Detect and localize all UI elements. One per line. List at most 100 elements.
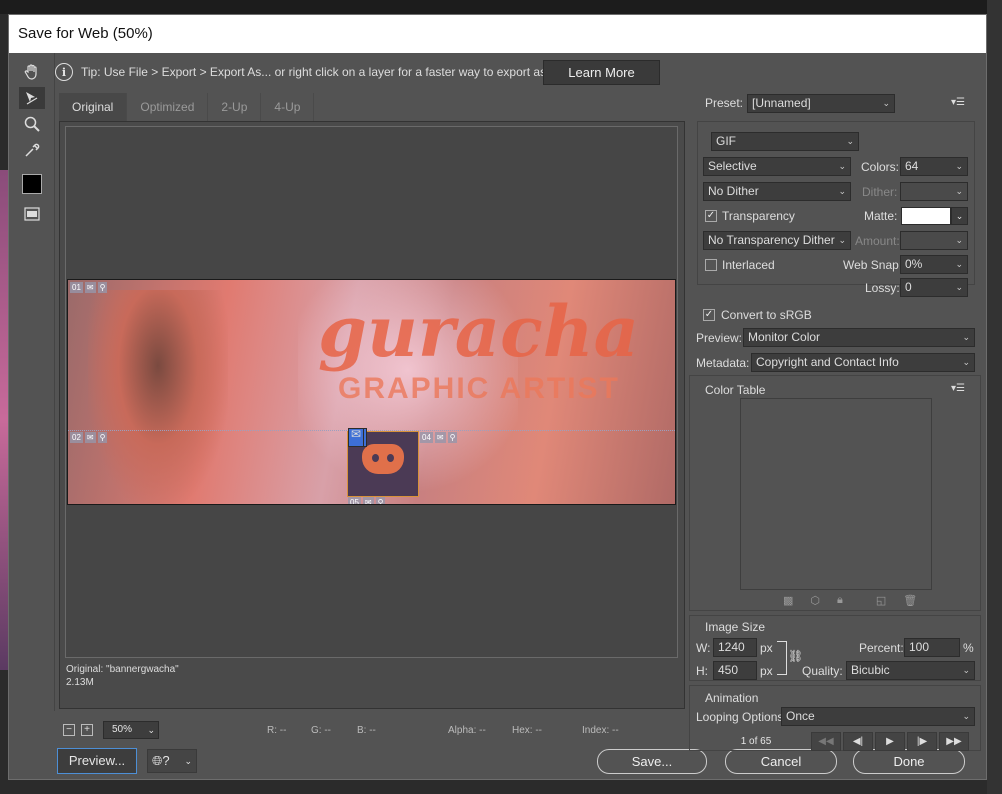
chevron-down-icon: ⌄ xyxy=(962,665,970,675)
quality-label: Quality: xyxy=(802,664,843,678)
slice-number: 05 xyxy=(348,497,361,504)
preset-menu-icon[interactable]: ▾☰ xyxy=(951,97,965,108)
web-shift-icon[interactable]: ⬡ xyxy=(810,594,820,607)
banner-subtitle-text: GRAPHIC ARTIST xyxy=(338,372,620,405)
browser-select[interactable]: 🌐︎? ⌄ xyxy=(147,749,197,773)
tab-4-up[interactable]: 4-Up xyxy=(261,93,315,121)
looping-label: Looping Options: xyxy=(696,710,787,724)
slice-tag-01[interactable]: 01 ✉ ⚲ xyxy=(70,282,108,293)
settings-panel: Preset: [Unnamed] ⌄ ▾☰ GIF ⌄ Selective ⌄ Co… xyxy=(689,91,984,751)
image-canvas[interactable]: guracha GRAPHIC ARTIST 01✉⚲ 02✉⚲ 03✉ 04✉… xyxy=(65,126,678,658)
metadata-select[interactable]: Copyright and Contact Info ⌄ xyxy=(751,353,975,372)
chevron-down-icon: ⌄ xyxy=(955,161,963,171)
save-button[interactable]: Save... xyxy=(597,749,707,774)
amount-label: Amount: xyxy=(855,234,900,248)
quality-select[interactable]: Bicubic ⌄ xyxy=(846,661,975,680)
percent-input[interactable]: 100 xyxy=(904,638,960,657)
color-reduction-value: Selective xyxy=(708,159,757,173)
tab-2-up[interactable]: 2-Up xyxy=(208,93,262,121)
color-table-menu-icon[interactable]: ▾☰ xyxy=(951,383,965,394)
format-select[interactable]: GIF ⌄ xyxy=(711,132,859,151)
transparency-checkbox[interactable]: ✓ xyxy=(705,210,717,222)
percent-label: Percent: xyxy=(859,641,904,655)
cancel-button[interactable]: Cancel xyxy=(725,749,837,774)
done-button[interactable]: Done xyxy=(853,749,965,774)
lock-icon[interactable]: 🔒︎ xyxy=(837,594,843,607)
tab-original[interactable]: Original xyxy=(59,93,128,121)
interlaced-checkbox[interactable] xyxy=(705,259,717,271)
zoom-tool-icon[interactable] xyxy=(19,113,45,135)
readout-alpha: Alpha: -- xyxy=(448,724,486,736)
tab-optimized[interactable]: Optimized xyxy=(127,93,209,121)
transparency-dither-select[interactable]: No Transparency Dither ⌄ xyxy=(703,231,851,250)
browser-globe-icon: 🌐︎? xyxy=(152,753,170,768)
hand-tool-icon[interactable] xyxy=(19,61,45,83)
chevron-down-icon: ⌄ xyxy=(882,98,890,108)
slice-link-icon: ⚲ xyxy=(97,282,108,293)
web-snap-value: 0% xyxy=(905,257,923,271)
previous-frame-icon[interactable]: ◀| xyxy=(843,731,873,751)
zoom-in-button[interactable]: + xyxy=(81,724,93,736)
lossy-label: Lossy: xyxy=(865,281,900,295)
dialog-title: Save for Web (50%) xyxy=(9,15,986,53)
slice-tag-04[interactable]: 04 ✉ ⚲ xyxy=(420,432,458,443)
eyedropper-tool-icon[interactable] xyxy=(19,139,45,161)
preview-select[interactable]: Monitor Color ⌄ xyxy=(743,328,975,347)
chevron-down-icon[interactable]: ⌄ xyxy=(951,207,968,225)
desktop-background xyxy=(0,0,1002,14)
amount-select: ⌄ xyxy=(900,231,968,250)
discord-logo-icon xyxy=(362,444,404,474)
trash-icon[interactable]: 🗑︎ xyxy=(903,594,917,607)
lossy-value: 0 xyxy=(905,280,912,294)
looping-value: Once xyxy=(786,709,815,723)
transparency-dither-value: No Transparency Dither xyxy=(708,233,835,247)
slice-select-tool-icon[interactable] xyxy=(19,87,45,109)
toggle-slices-visibility-icon[interactable] xyxy=(19,203,45,225)
dither-algorithm-select[interactable]: No Dither ⌄ xyxy=(703,182,851,201)
zoom-out-button[interactable]: − xyxy=(63,724,75,736)
color-table-grid[interactable] xyxy=(740,398,932,590)
eyedropper-color-swatch[interactable] xyxy=(19,173,45,195)
learn-more-button[interactable]: Learn More xyxy=(543,60,660,85)
web-snap-select[interactable]: 0% ⌄ xyxy=(900,255,968,274)
chevron-down-icon: ⌄ xyxy=(838,235,846,245)
slice-link-icon: ⚲ xyxy=(97,432,108,443)
format-value: GIF xyxy=(716,134,736,148)
colors-select[interactable]: 64 ⌄ xyxy=(900,157,968,176)
next-frame-icon[interactable]: |▶ xyxy=(907,731,937,751)
transparency-label: Transparency xyxy=(722,209,795,223)
map-transparency-icon[interactable]: ▩ xyxy=(783,594,793,607)
interlaced-label: Interlaced xyxy=(722,258,775,272)
readout-index: Index: -- xyxy=(582,724,619,736)
matte-color-swatch[interactable] xyxy=(901,207,951,225)
convert-srgb-checkbox[interactable]: ✓ xyxy=(703,309,715,321)
play-icon[interactable]: ▶ xyxy=(875,731,905,751)
height-input[interactable]: 450 xyxy=(713,661,757,680)
preview-area: guracha GRAPHIC ARTIST 01✉⚲ 02✉⚲ 03✉ 04✉… xyxy=(59,121,685,709)
slice-tag-02[interactable]: 02 ✉ ⚲ xyxy=(70,432,108,443)
new-color-icon[interactable]: ◱ xyxy=(876,594,886,607)
zoom-select[interactable]: 50% ⌄ xyxy=(103,721,159,739)
lossy-select[interactable]: 0 ⌄ xyxy=(900,278,968,297)
width-label: W: xyxy=(696,641,711,655)
slice-image-icon: ✉ xyxy=(84,432,96,443)
preset-select[interactable]: [Unnamed] ⌄ xyxy=(747,94,895,113)
color-table-actions: ▩ ⬡ 🔒︎ ◱ 🗑︎ xyxy=(783,594,917,607)
banner-image[interactable]: guracha GRAPHIC ARTIST 01✉⚲ 02✉⚲ 03✉ 04✉… xyxy=(67,279,676,505)
image-size-title: Image Size xyxy=(705,620,766,634)
color-table-title: Color Table xyxy=(705,383,766,397)
animation-controls: 1 of 65 ◀◀ ◀| ▶ |▶ ▶▶ xyxy=(696,731,975,751)
looping-select[interactable]: Once ⌄ xyxy=(781,707,975,726)
constrain-link-icon[interactable]: ⛓ xyxy=(788,649,803,663)
dither-algorithm-value: No Dither xyxy=(708,184,759,198)
chevron-down-icon: ⌄ xyxy=(838,161,846,171)
preview-button[interactable]: Preview... xyxy=(57,748,137,774)
slice-tag-05[interactable]: 05 ✉ ⚲ xyxy=(348,497,386,504)
chevron-down-icon: ⌄ xyxy=(962,357,970,367)
width-input[interactable]: 1240 xyxy=(713,638,757,657)
slice-image-icon: ✉ xyxy=(434,432,446,443)
first-frame-icon[interactable]: ◀◀ xyxy=(811,731,841,751)
last-frame-icon[interactable]: ▶▶ xyxy=(939,731,969,751)
color-reduction-select[interactable]: Selective ⌄ xyxy=(703,157,851,176)
chevron-down-icon: ⌄ xyxy=(962,711,970,721)
